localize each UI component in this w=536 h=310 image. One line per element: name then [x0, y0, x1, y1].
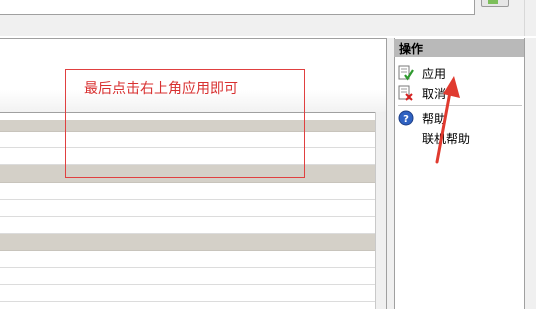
- apply-check-icon: [398, 65, 414, 81]
- window-right-edge: [524, 38, 536, 309]
- annotation-text: 最后点击右上角应用即可: [84, 81, 238, 97]
- list-item[interactable]: [0, 217, 375, 234]
- list-item[interactable]: [0, 183, 375, 200]
- list-item[interactable]: [0, 302, 375, 309]
- list-item[interactable]: [0, 251, 375, 268]
- window-edge: [524, 0, 536, 36]
- go-icon: [488, 0, 498, 4]
- list-item[interactable]: [0, 200, 375, 217]
- actions-title: 操作: [399, 42, 424, 56]
- address-bar[interactable]: [0, 0, 475, 15]
- annotation-arrow: [435, 76, 460, 164]
- list-item[interactable]: [0, 285, 375, 302]
- group-row[interactable]: [0, 234, 375, 251]
- help-icon: ?: [398, 110, 414, 126]
- cancel-x-icon: [398, 85, 414, 101]
- list-item[interactable]: [0, 268, 375, 285]
- svg-text:?: ?: [403, 114, 409, 125]
